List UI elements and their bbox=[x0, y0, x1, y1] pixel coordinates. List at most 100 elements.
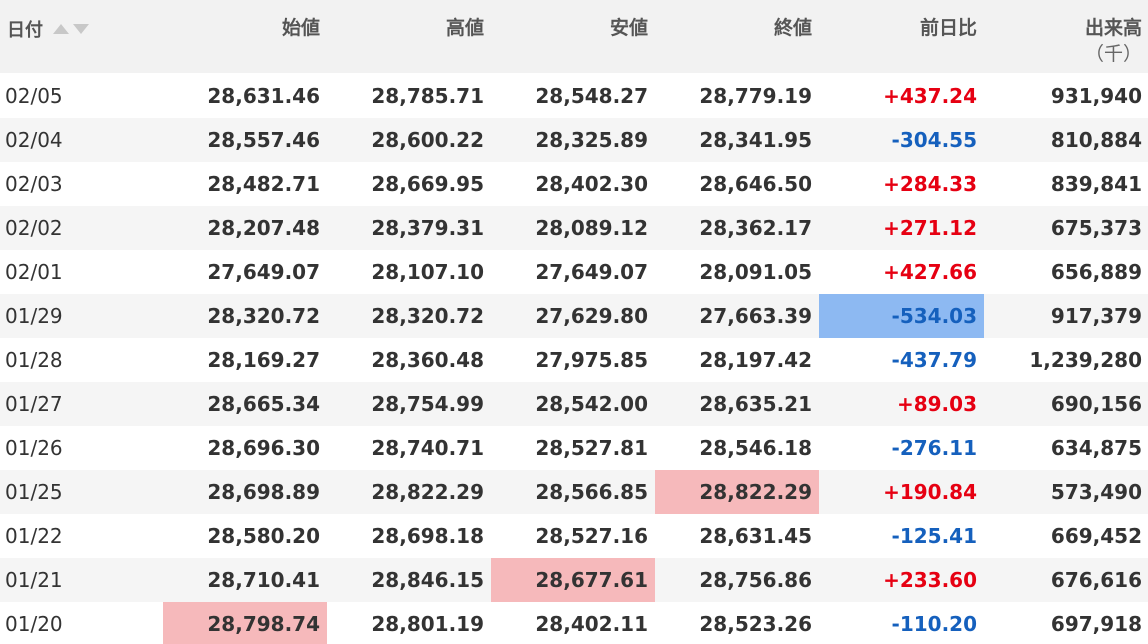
column-header-volume: 出来高 （千） bbox=[984, 0, 1148, 73]
volume-cell: 690,156 bbox=[1050, 392, 1142, 416]
volume-cell: 1,239,280 bbox=[1029, 348, 1142, 372]
low-cell: 28,527.16 bbox=[535, 524, 648, 548]
high-cell: 28,740.71 bbox=[371, 436, 484, 460]
column-header-change: 前日比 bbox=[819, 0, 984, 73]
change-cell: -304.55 bbox=[891, 128, 977, 152]
change-cell: -534.03 bbox=[819, 294, 984, 338]
low-cell: 27,649.07 bbox=[535, 260, 648, 284]
table-header: 日付 始値 高値 安値 終値 前日比 出来高 （千） bbox=[0, 0, 1148, 73]
high-cell: 28,822.29 bbox=[371, 480, 484, 504]
column-header-volume-label: 出来高 bbox=[1084, 17, 1142, 39]
date-cell: 01/29 bbox=[5, 304, 63, 328]
table-row: 01/21 28,710.41 28,846.15 28,677.61 28,756.8… bbox=[0, 558, 1148, 602]
table-row: 01/27 28,665.34 28,754.99 28,542.00 28,635.2… bbox=[0, 382, 1148, 426]
open-cell: 28,710.41 bbox=[207, 568, 320, 592]
high-cell: 28,785.71 bbox=[371, 84, 484, 108]
high-cell: 28,754.99 bbox=[371, 392, 484, 416]
volume-cell: 573,490 bbox=[1050, 480, 1142, 504]
high-cell: 28,360.48 bbox=[371, 348, 484, 372]
volume-cell: 839,841 bbox=[1050, 172, 1142, 196]
low-cell: 28,548.27 bbox=[535, 84, 648, 108]
close-cell: 28,822.29 bbox=[655, 470, 819, 514]
close-cell: 28,756.86 bbox=[699, 568, 812, 592]
low-cell: 27,629.80 bbox=[535, 304, 648, 328]
change-cell: -437.79 bbox=[891, 348, 977, 372]
low-cell: 28,677.61 bbox=[491, 558, 655, 602]
column-header-open-label: 始値 bbox=[281, 17, 320, 39]
close-cell: 28,197.42 bbox=[699, 348, 812, 372]
table-row: 02/04 28,557.46 28,600.22 28,325.89 28,341.9… bbox=[0, 118, 1148, 162]
date-cell: 02/05 bbox=[5, 84, 63, 108]
column-header-date[interactable]: 日付 bbox=[7, 17, 89, 41]
column-header-date-label: 日付 bbox=[7, 20, 43, 41]
open-cell: 28,557.46 bbox=[207, 128, 320, 152]
change-cell: +284.33 bbox=[883, 172, 977, 196]
high-cell: 28,379.31 bbox=[371, 216, 484, 240]
table-row: 01/26 28,696.30 28,740.71 28,527.81 28,546.1… bbox=[0, 426, 1148, 470]
column-header-low: 安値 bbox=[491, 0, 655, 73]
open-cell: 28,665.34 bbox=[207, 392, 320, 416]
table-row: 01/20 28,798.74 28,801.19 28,402.11 28,523.2… bbox=[0, 602, 1148, 644]
date-cell: 01/20 bbox=[5, 612, 63, 636]
date-cell: 01/26 bbox=[5, 436, 63, 460]
date-cell: 01/28 bbox=[5, 348, 63, 372]
volume-cell: 931,940 bbox=[1050, 84, 1142, 108]
volume-cell: 634,875 bbox=[1050, 436, 1142, 460]
open-cell: 28,696.30 bbox=[207, 436, 320, 460]
close-cell: 28,631.45 bbox=[699, 524, 812, 548]
date-cell: 02/04 bbox=[5, 128, 63, 152]
sort-ascending-icon[interactable] bbox=[53, 24, 69, 34]
table-row: 01/22 28,580.20 28,698.18 28,527.16 28,631.4… bbox=[0, 514, 1148, 558]
date-cell: 01/21 bbox=[5, 568, 63, 592]
column-header-open: 始値 bbox=[163, 0, 327, 73]
close-cell: 28,341.95 bbox=[699, 128, 812, 152]
date-cell: 02/03 bbox=[5, 172, 63, 196]
date-cell: 01/27 bbox=[5, 392, 63, 416]
low-cell: 28,527.81 bbox=[535, 436, 648, 460]
high-cell: 28,320.72 bbox=[371, 304, 484, 328]
open-cell: 28,169.27 bbox=[207, 348, 320, 372]
open-cell: 28,482.71 bbox=[207, 172, 320, 196]
table-row: 02/05 28,631.46 28,785.71 28,548.27 28,779.1… bbox=[0, 74, 1148, 118]
high-cell: 28,846.15 bbox=[371, 568, 484, 592]
sort-descending-icon[interactable] bbox=[73, 24, 89, 34]
table-row: 02/02 28,207.48 28,379.31 28,089.12 28,362.1… bbox=[0, 206, 1148, 250]
volume-cell: 669,452 bbox=[1050, 524, 1142, 548]
open-cell: 28,798.74 bbox=[163, 602, 327, 644]
open-cell: 28,320.72 bbox=[207, 304, 320, 328]
change-cell: -125.41 bbox=[891, 524, 977, 548]
close-cell: 28,523.26 bbox=[699, 612, 812, 636]
date-cell: 02/02 bbox=[5, 216, 63, 240]
date-cell: 01/25 bbox=[5, 480, 63, 504]
stock-history-table: 日付 始値 高値 安値 終値 前日比 出来高 （千） 02/05 28,631.4… bbox=[0, 0, 1148, 644]
low-cell: 27,975.85 bbox=[535, 348, 648, 372]
table-row: 01/29 28,320.72 28,320.72 27,629.80 27,663.3… bbox=[0, 294, 1148, 338]
open-cell: 27,649.07 bbox=[207, 260, 320, 284]
date-cell: 01/22 bbox=[5, 524, 63, 548]
low-cell: 28,325.89 bbox=[535, 128, 648, 152]
high-cell: 28,669.95 bbox=[371, 172, 484, 196]
high-cell: 28,801.19 bbox=[371, 612, 484, 636]
low-cell: 28,402.11 bbox=[535, 612, 648, 636]
column-header-low-label: 安値 bbox=[609, 17, 648, 39]
table-row: 02/01 27,649.07 28,107.10 27,649.07 28,091.0… bbox=[0, 250, 1148, 294]
close-cell: 28,362.17 bbox=[699, 216, 812, 240]
open-cell: 28,207.48 bbox=[207, 216, 320, 240]
volume-cell: 676,616 bbox=[1050, 568, 1142, 592]
column-header-change-label: 前日比 bbox=[919, 17, 977, 39]
change-cell: +89.03 bbox=[896, 392, 977, 416]
date-cell: 02/01 bbox=[5, 260, 63, 284]
close-cell: 28,546.18 bbox=[699, 436, 812, 460]
high-cell: 28,107.10 bbox=[371, 260, 484, 284]
column-header-close: 終値 bbox=[655, 0, 819, 73]
high-cell: 28,698.18 bbox=[371, 524, 484, 548]
open-cell: 28,631.46 bbox=[207, 84, 320, 108]
column-header-volume-unit: （千） bbox=[1084, 43, 1142, 65]
low-cell: 28,402.30 bbox=[535, 172, 648, 196]
close-cell: 27,663.39 bbox=[699, 304, 812, 328]
volume-cell: 697,918 bbox=[1050, 612, 1142, 636]
table-row: 01/25 28,698.89 28,822.29 28,566.85 28,822.2… bbox=[0, 470, 1148, 514]
column-header-high: 高値 bbox=[327, 0, 491, 73]
column-header-close-label: 終値 bbox=[773, 17, 812, 39]
table-row: 02/03 28,482.71 28,669.95 28,402.30 28,646.5… bbox=[0, 162, 1148, 206]
